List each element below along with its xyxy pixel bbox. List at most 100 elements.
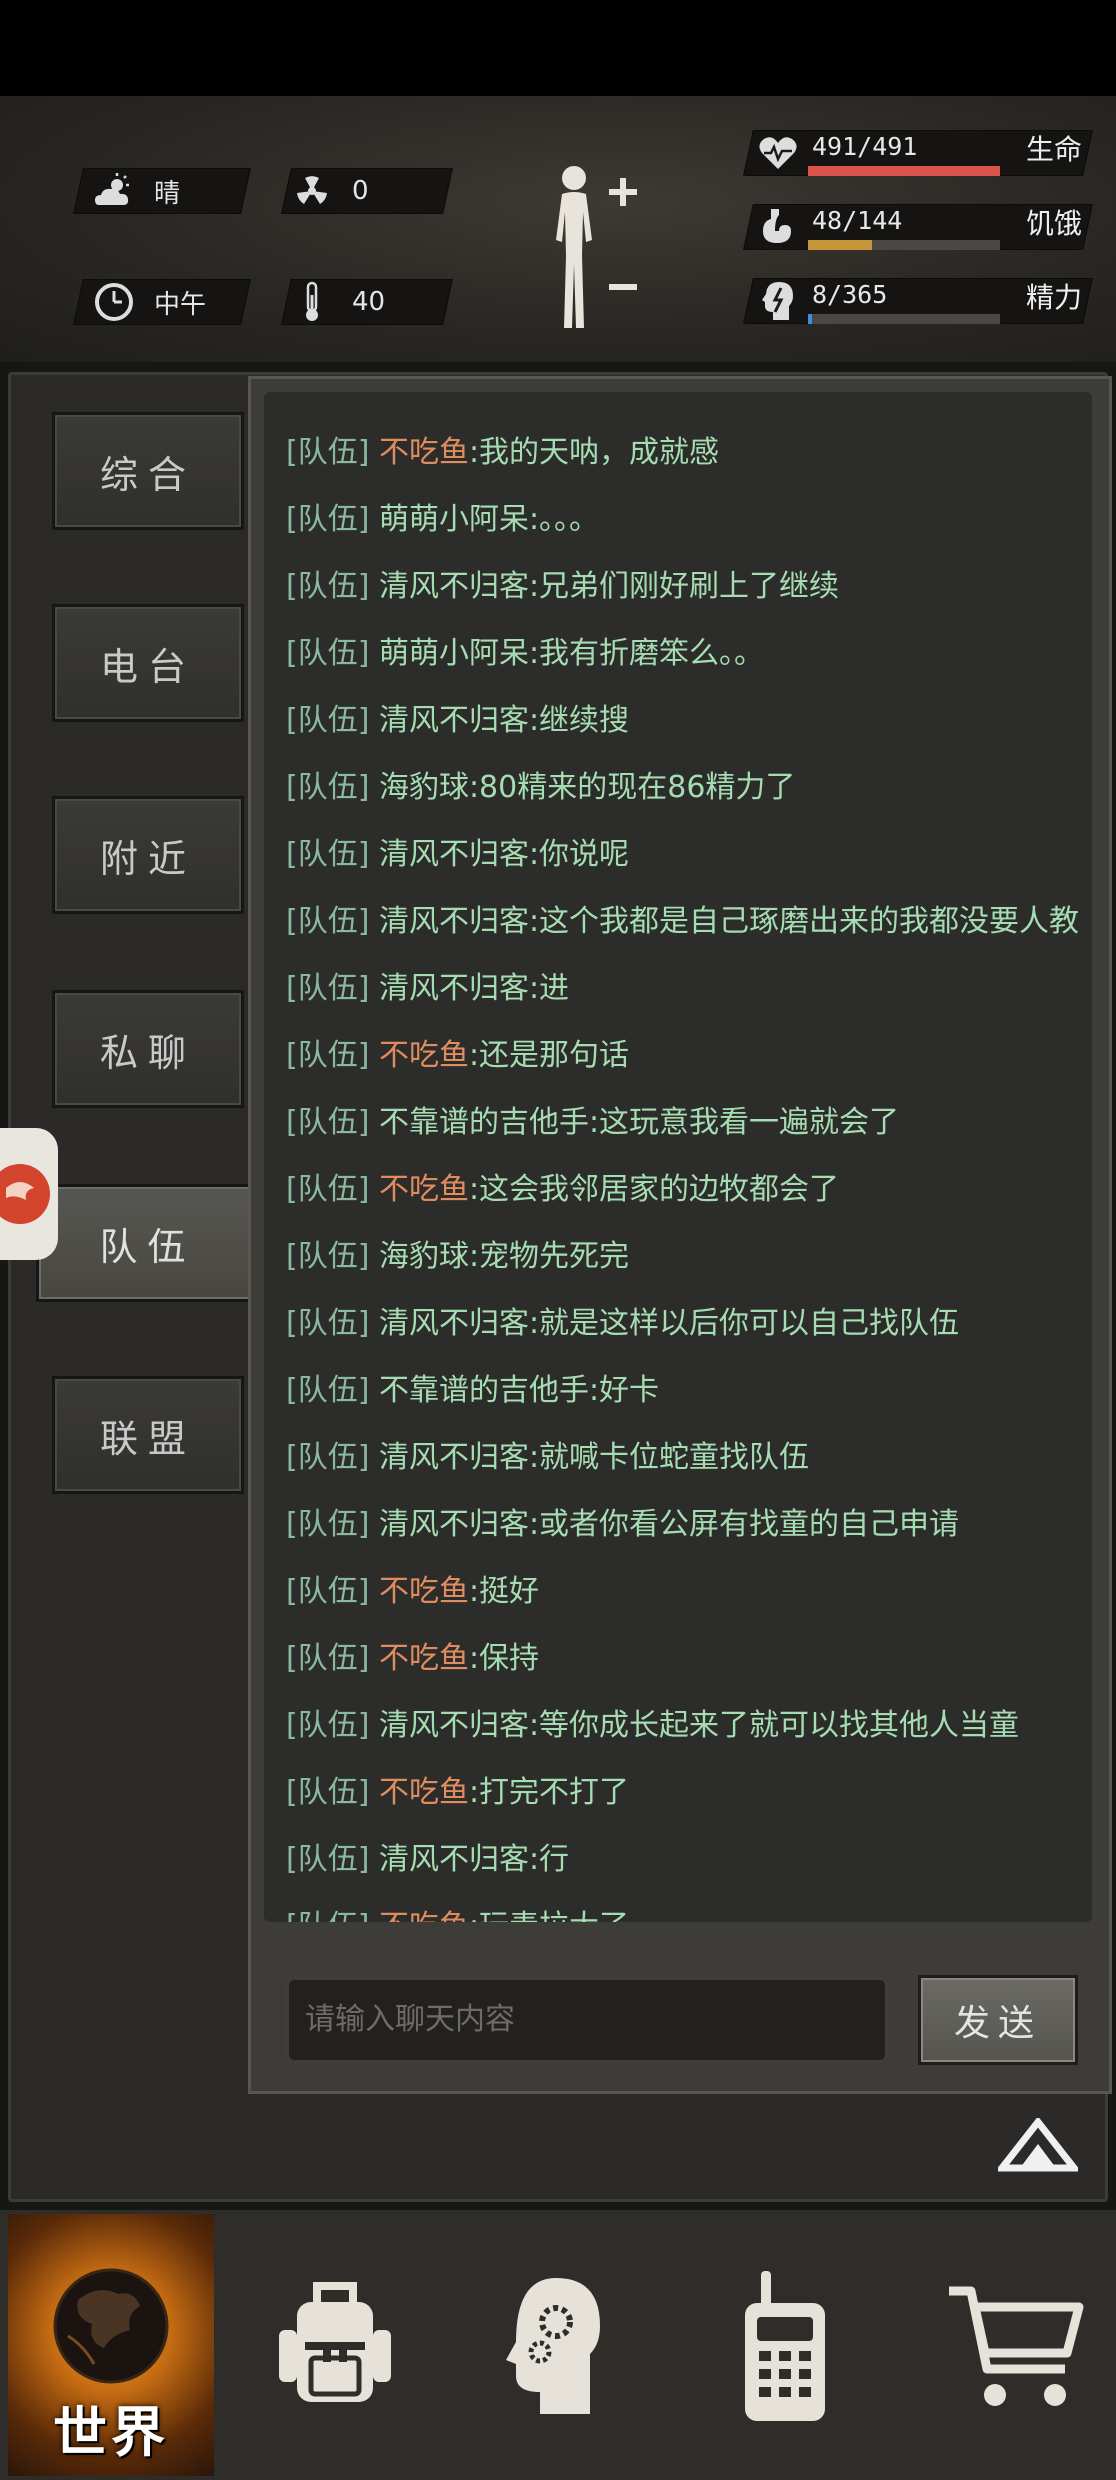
nav-radio-button[interactable] <box>700 2214 870 2480</box>
sender-name[interactable]: 清风不归客 <box>379 703 529 738</box>
channel-tag: [队伍] <box>286 1775 379 1810</box>
chat-message: [队伍] 海豹球:宠物先死完 <box>286 1232 629 1282</box>
sender-name[interactable]: 清风不归客 <box>379 1306 529 1341</box>
sender-name[interactable]: 清风不归客 <box>379 1708 529 1743</box>
message-text: :行 <box>528 1842 570 1877</box>
sender-name[interactable]: 不吃鱼 <box>379 1775 469 1810</box>
hunger-value: 48/144 <box>812 206 903 235</box>
message-text: :挺好 <box>468 1574 540 1609</box>
body-status-button[interactable] <box>536 160 646 336</box>
sender-name[interactable]: 不吃鱼 <box>379 1909 469 1922</box>
sender-name[interactable]: 海豹球 <box>379 770 469 805</box>
channel-tag: [队伍] <box>286 1507 379 1542</box>
message-text: :等你成长起来了就可以找其他人当童 <box>528 1708 1020 1743</box>
health-bar <box>808 166 1000 176</box>
channel-tag: [队伍] <box>286 1306 379 1341</box>
sender-name[interactable]: 萌萌小阿呆 <box>379 636 529 671</box>
channel-tag: [队伍] <box>286 1574 379 1609</box>
message-text: :好卡 <box>588 1373 660 1408</box>
walkie-talkie-icon <box>745 2271 825 2421</box>
tab-alliance[interactable]: 联盟 <box>52 1376 244 1494</box>
channel-tag: [队伍] <box>286 1373 379 1408</box>
sender-name[interactable]: 海豹球 <box>379 1239 469 1274</box>
message-text: :这个我都是自己琢磨出来的我都没要人教 <box>528 904 1080 939</box>
chat-message: [队伍] 不吃鱼:打完不打了 <box>286 1768 629 1818</box>
radiation-icon <box>290 169 334 213</box>
message-text: :继续搜 <box>528 703 630 738</box>
sender-name[interactable]: 清风不归客 <box>379 904 529 939</box>
message-text: :这玩意我看一遍就会了 <box>588 1105 900 1140</box>
channel-tag: [队伍] <box>286 904 379 939</box>
sender-name[interactable]: 清风不归客 <box>379 837 529 872</box>
tab-team[interactable]: 队伍 <box>36 1184 256 1302</box>
message-text: :这会我邻居家的边牧都会了 <box>468 1172 840 1207</box>
channel-tag: [队伍] <box>286 703 379 738</box>
sender-name[interactable]: 不吃鱼 <box>379 1641 469 1676</box>
tab-nearby[interactable]: 附近 <box>52 796 244 914</box>
shopping-cart-icon <box>949 2286 1084 2406</box>
partly-sunny-icon <box>92 169 136 213</box>
sender-name[interactable]: 不吃鱼 <box>379 1172 469 1207</box>
message-text: :就喊卡位蛇童找队伍 <box>528 1440 810 1475</box>
clock-icon <box>92 280 136 324</box>
message-text: :保持 <box>468 1641 540 1676</box>
chat-message: [队伍] 不靠谱的吉他手:这玩意我看一遍就会了 <box>286 1098 899 1148</box>
channel-tag: [队伍] <box>286 569 379 604</box>
message-text: :玩毒拉大了 <box>469 1909 629 1922</box>
sender-name[interactable]: 清风不归客 <box>379 1440 529 1475</box>
sender-name[interactable]: 不靠谱的吉他手 <box>379 1105 589 1140</box>
sender-name[interactable]: 清风不归客 <box>379 569 529 604</box>
chat-message: [队伍] 萌萌小阿呆:。。。 <box>286 495 599 545</box>
assistant-logo-icon <box>0 1164 50 1224</box>
message-text: :就是这样以后你可以自己找队伍 <box>528 1306 960 1341</box>
chat-message: [队伍] 清风不归客:行 <box>286 1835 569 1885</box>
chat-message-list[interactable] <box>264 392 1092 1922</box>
chat-input[interactable]: 请输入聊天内容 <box>286 1977 888 2063</box>
channel-tag: [队伍] <box>286 837 379 872</box>
chat-message: [队伍] 清风不归客:或者你看公屏有找童的自己申请 <box>286 1500 959 1550</box>
sender-name[interactable]: 不吃鱼 <box>379 435 469 470</box>
temperature-value: 40 <box>352 287 386 317</box>
energy-value: 8/365 <box>812 280 888 309</box>
channel-tag: [队伍] <box>286 435 379 470</box>
radiation-value: 0 <box>352 176 369 206</box>
floating-assistant-button[interactable] <box>0 1128 58 1260</box>
nav-shop-button[interactable] <box>930 2214 1100 2480</box>
tab-general[interactable]: 综合 <box>52 412 244 530</box>
chat-message: [队伍] 海豹球:80精来的现在86精力了 <box>286 763 795 813</box>
tab-radio[interactable]: 电台 <box>52 604 244 722</box>
message-text: :宠物先死完 <box>468 1239 630 1274</box>
sender-name[interactable]: 清风不归客 <box>379 1842 529 1877</box>
chat-message: [队伍] 不吃鱼:挺好 <box>286 1567 539 1617</box>
message-text: :80精来的现在86精力了 <box>468 770 796 805</box>
chat-message: [队伍] 清风不归客:等你成长起来了就可以找其他人当童 <box>286 1701 1019 1751</box>
channel-tag: [队伍] <box>286 636 379 671</box>
channel-tag: [队伍] <box>286 1641 379 1676</box>
sender-name[interactable]: 不吃鱼 <box>379 1038 469 1073</box>
channel-tag: [队伍] <box>286 770 379 805</box>
chat-message: [队伍] 不吃鱼:我的天呐，成就感 <box>286 428 719 478</box>
channel-tag: [队伍] <box>286 1105 379 1140</box>
nav-skills-button[interactable] <box>470 2214 640 2480</box>
tab-private[interactable]: 私聊 <box>52 990 244 1108</box>
channel-tag: [队伍] <box>286 1172 379 1207</box>
chat-message: [队伍] 不吃鱼:玩毒拉大了 <box>286 1902 629 1922</box>
chat-message: [队伍] 清风不归客:继续搜 <box>286 696 629 746</box>
stomach-icon <box>756 204 800 250</box>
collapse-chat-button[interactable] <box>994 2116 1082 2174</box>
message-text: :还是那句话 <box>468 1038 630 1073</box>
sender-name[interactable]: 萌萌小阿呆 <box>379 502 529 537</box>
send-button[interactable]: 发送 <box>918 1975 1078 2065</box>
chat-message: [队伍] 清风不归客:你说呢 <box>286 830 629 880</box>
chat-message: [队伍] 不靠谱的吉他手:好卡 <box>286 1366 659 1416</box>
heart-icon <box>756 130 800 176</box>
sender-name[interactable]: 不吃鱼 <box>379 1574 469 1609</box>
sender-name[interactable]: 清风不归客 <box>379 971 529 1006</box>
sender-name[interactable]: 清风不归客 <box>379 1507 529 1542</box>
message-text: :兄弟们刚好刷上了继续 <box>528 569 840 604</box>
nav-inventory-button[interactable] <box>250 2214 420 2480</box>
channel-tag: [队伍] <box>286 1708 379 1743</box>
energy-head-icon <box>756 278 800 324</box>
sender-name[interactable]: 不靠谱的吉他手 <box>379 1373 589 1408</box>
chevron-up-icon <box>994 2116 1082 2172</box>
